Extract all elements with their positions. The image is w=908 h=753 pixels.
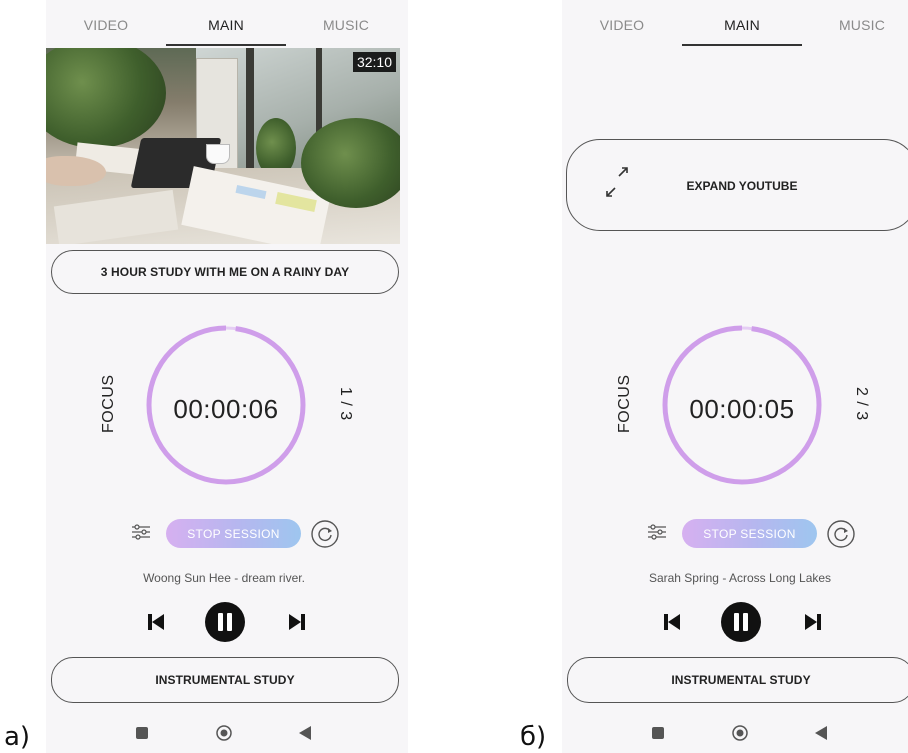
nav-back-icon[interactable] xyxy=(814,725,828,741)
nav-home-icon[interactable] xyxy=(216,725,232,741)
next-icon[interactable] xyxy=(804,613,822,631)
figure-label-b: б) xyxy=(520,722,547,752)
phone-screen-b: VIDEO MAIN MUSIC EXPAND YOUTUBE FOCUS 00… xyxy=(562,0,908,753)
tab-music[interactable]: MUSIC xyxy=(802,17,908,33)
timer-display: 00:00:06 xyxy=(173,394,279,424)
tab-main[interactable]: MAIN xyxy=(682,17,802,33)
tab-bar: VIDEO MAIN MUSIC xyxy=(562,0,908,48)
nav-back-icon[interactable] xyxy=(298,725,312,741)
tab-indicator xyxy=(166,44,286,46)
timer-display: 00:00:05 xyxy=(689,394,795,424)
stop-session-button[interactable]: STOP SESSION xyxy=(166,519,301,548)
track-title: Woong Sun Hee - dream river. xyxy=(143,571,305,585)
tab-bar: VIDEO MAIN MUSIC xyxy=(46,0,408,48)
track-title: Sarah Spring - Across Long Lakes xyxy=(648,571,832,585)
video-duration-badge: 32:10 xyxy=(352,52,396,72)
reset-icon[interactable] xyxy=(826,519,856,549)
previous-icon[interactable] xyxy=(663,613,681,631)
tab-indicator xyxy=(682,44,802,46)
tab-video[interactable]: VIDEO xyxy=(562,17,682,33)
tab-main[interactable]: MAIN xyxy=(166,17,286,33)
phone-screen-a: VIDEO MAIN MUSIC 32:10 3 HOUR STUDY WITH… xyxy=(46,0,408,753)
tab-music[interactable]: MUSIC xyxy=(286,17,406,33)
settings-icon[interactable] xyxy=(132,524,150,540)
settings-icon[interactable] xyxy=(648,524,666,540)
focus-mode-label: FOCUS xyxy=(100,374,117,434)
nav-square-icon[interactable] xyxy=(652,727,664,739)
previous-icon[interactable] xyxy=(147,613,165,631)
expand-youtube-label: EXPAND YOUTUBE xyxy=(686,179,798,193)
focus-mode-label: FOCUS xyxy=(616,374,633,434)
pause-icon[interactable] xyxy=(205,602,245,642)
next-icon[interactable] xyxy=(288,613,306,631)
reset-icon[interactable] xyxy=(310,519,340,549)
expand-youtube-button[interactable]: EXPAND YOUTUBE xyxy=(566,139,908,231)
tab-video[interactable]: VIDEO xyxy=(46,17,166,33)
nav-home-icon[interactable] xyxy=(732,725,748,741)
pause-icon[interactable] xyxy=(721,602,761,642)
video-player[interactable]: 32:10 xyxy=(46,48,400,244)
playlist-button[interactable]: INSTRUMENTAL STUDY xyxy=(567,657,908,703)
figure-label-a: a) xyxy=(4,722,31,752)
playlist-button[interactable]: INSTRUMENTAL STUDY xyxy=(51,657,399,703)
session-count-label: 2 / 3 xyxy=(853,387,870,421)
video-title-button[interactable]: 3 HOUR STUDY WITH ME ON A RAINY DAY xyxy=(51,250,399,294)
session-count-label: 1 / 3 xyxy=(337,387,354,421)
stop-session-button[interactable]: STOP SESSION xyxy=(682,519,817,548)
nav-square-icon[interactable] xyxy=(136,727,148,739)
